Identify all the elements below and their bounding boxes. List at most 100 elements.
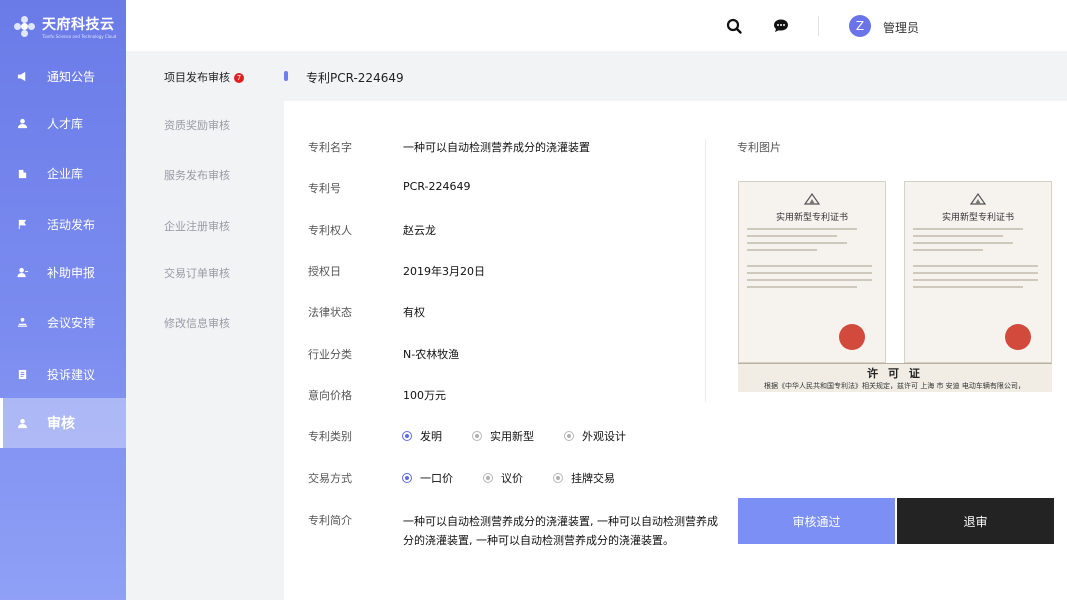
subnav-item-project-review[interactable]: 项目发布审核 7	[164, 69, 244, 85]
patent-type-radio-group: 发明 实用新型 外观设计	[402, 428, 656, 444]
license-text: 根据《中华人民共和国专利法》相关规定，兹许可 上海 市 安迪 电动车辆有限公司，	[764, 382, 1025, 390]
logo-icon	[14, 15, 36, 38]
field-value-name: 一种可以自动检测营养成分的浇灌装置	[403, 141, 590, 154]
radio-label: 外观设计	[582, 430, 626, 443]
field-label-price: 意向价格	[308, 389, 352, 402]
field-label-number: 专利号	[308, 182, 341, 195]
topbar-divider	[818, 16, 819, 36]
intro-line: 一种可以自动检测营养成分的浇灌装置, 一种可以自动检测营养成	[403, 515, 718, 528]
patent-emblem-icon	[967, 191, 989, 205]
radio-label: 挂牌交易	[571, 472, 615, 485]
logo[interactable]: 天府科技云 Tianfu Science and Technology Clou…	[14, 14, 116, 39]
sidebar-item-talent[interactable]: 人才库	[0, 99, 126, 147]
license-image-strip[interactable]: 许 可 证 根据《中华人民共和国专利法》相关规定，兹许可 上海 市 安迪 电动车…	[738, 363, 1052, 392]
radio-utility-model[interactable]: 实用新型	[472, 428, 534, 444]
avatar[interactable]: Z	[849, 15, 871, 37]
radio-dot	[472, 431, 482, 441]
subnav-item-label: 项目发布审核	[164, 71, 230, 84]
approve-button[interactable]: 审核通过	[738, 498, 895, 544]
sidebar-item-label: 审核	[47, 416, 75, 432]
reject-button[interactable]: 退审	[897, 498, 1054, 544]
field-label-name: 专利名字	[308, 141, 352, 154]
logo-title: 天府科技云	[42, 17, 115, 33]
radio-dot	[553, 473, 563, 483]
sidebar-item-label: 人才库	[47, 116, 84, 131]
search-icon[interactable]	[725, 17, 743, 35]
field-value-owner: 赵云龙	[403, 224, 436, 237]
field-value-price: 100万元	[403, 389, 446, 402]
radio-design[interactable]: 外观设计	[564, 428, 626, 444]
sidebar-item-label: 会议安排	[47, 315, 96, 330]
megaphone-icon	[16, 70, 28, 82]
radio-dot	[402, 431, 412, 441]
user-apply-icon	[16, 266, 28, 278]
notification-badge: 7	[234, 73, 244, 83]
sidebar-item-enterprise[interactable]: 企业库	[0, 149, 126, 197]
username[interactable]: 管理员	[883, 19, 919, 36]
patent-certificate-image[interactable]: 实用新型专利证书	[738, 181, 886, 363]
meeting-icon	[16, 316, 28, 328]
sidebar-item-label: 通知公告	[47, 69, 96, 84]
radio-label: 一口价	[420, 472, 453, 485]
radio-dot	[402, 473, 412, 483]
radio-dot	[483, 473, 493, 483]
sidebar-item-activities[interactable]: 活动发布	[0, 200, 126, 248]
patent-images-label: 专利图片	[737, 141, 781, 154]
user-review-icon	[16, 417, 28, 429]
sidebar-item-label: 补助申报	[47, 265, 96, 280]
subnav-item-info-change-review[interactable]: 修改信息审核	[164, 315, 230, 331]
sidebar-item-label: 投诉建议	[47, 367, 96, 382]
sidebar-item-label: 企业库	[47, 166, 84, 181]
field-label-grant-date: 授权日	[308, 265, 341, 278]
subnav-item-enterprise-registration-review[interactable]: 企业注册审核	[164, 218, 230, 234]
sidebar-item-complaints[interactable]: 投诉建议	[0, 350, 126, 398]
logo-subtitle: Tianfu Science and Technology Cloud	[42, 34, 117, 39]
sidebar-item-notices[interactable]: 通知公告	[0, 52, 126, 100]
trade-method-radio-group: 一口价 议价 挂牌交易	[402, 470, 645, 486]
field-label-intro: 专利简介	[308, 514, 352, 527]
subnav-item-service-review[interactable]: 服务发布审核	[164, 167, 230, 183]
field-value-legal-status: 有权	[403, 306, 425, 319]
certificate-heading: 实用新型专利证书	[775, 213, 848, 223]
vertical-divider	[705, 139, 706, 402]
field-label-trade-method: 交易方式	[308, 472, 352, 485]
radio-fixed-price[interactable]: 一口价	[402, 470, 453, 486]
person-icon	[16, 117, 28, 129]
radio-label: 议价	[501, 472, 523, 485]
field-label-owner: 专利权人	[308, 224, 352, 237]
top-bar: Z 管理员	[126, 0, 1067, 51]
sidebar-item-label: 活动发布	[47, 217, 96, 232]
radio-label: 发明	[420, 430, 442, 443]
field-value-intro: 一种可以自动检测营养成分的浇灌装置, 一种可以自动检测营养成 分的浇灌装置, 一…	[403, 512, 723, 550]
patent-emblem-icon	[801, 191, 823, 205]
radio-negotiable[interactable]: 议价	[483, 470, 523, 486]
subnav-item-order-review[interactable]: 交易订单审核	[164, 265, 230, 281]
subnav-item-qualification-review[interactable]: 资质奖励审核	[164, 117, 230, 133]
license-title: 许 可 证	[867, 367, 923, 380]
title-marker	[284, 71, 288, 81]
sidebar: 天府科技云 Tianfu Science and Technology Clou…	[0, 0, 126, 600]
sidebar-item-meetings[interactable]: 会议安排	[0, 298, 126, 346]
field-label-patent-type: 专利类别	[308, 430, 352, 443]
sub-navigation: 项目发布审核 7 资质奖励审核 服务发布审核 企业注册审核 交易订单审核 修改信息…	[126, 51, 267, 600]
building-icon	[16, 167, 28, 179]
sidebar-item-subsidy[interactable]: 补助申报	[0, 248, 126, 296]
intro-line: 分的浇灌装置, 一种可以自动检测营养成分的浇灌装置。	[403, 534, 674, 547]
flag-icon	[16, 218, 28, 230]
seal-icon	[839, 324, 865, 350]
patent-certificate-image[interactable]: 实用新型专利证书	[904, 181, 1052, 363]
document-icon	[16, 368, 28, 380]
field-value-grant-date: 2019年3月20日	[403, 265, 485, 278]
certificate-heading: 实用新型专利证书	[941, 213, 1014, 223]
field-label-legal-status: 法律状态	[308, 306, 352, 319]
page-title: 专利PCR-224649	[306, 71, 404, 85]
radio-dot	[564, 431, 574, 441]
field-label-industry: 行业分类	[308, 348, 352, 361]
chat-icon[interactable]	[772, 17, 790, 35]
sidebar-item-review[interactable]: 审核	[0, 398, 126, 448]
seal-icon	[1005, 324, 1031, 350]
radio-label: 实用新型	[490, 430, 534, 443]
field-value-number: PCR-224649	[403, 180, 471, 193]
radio-invention[interactable]: 发明	[402, 428, 442, 444]
radio-listing[interactable]: 挂牌交易	[553, 470, 615, 486]
